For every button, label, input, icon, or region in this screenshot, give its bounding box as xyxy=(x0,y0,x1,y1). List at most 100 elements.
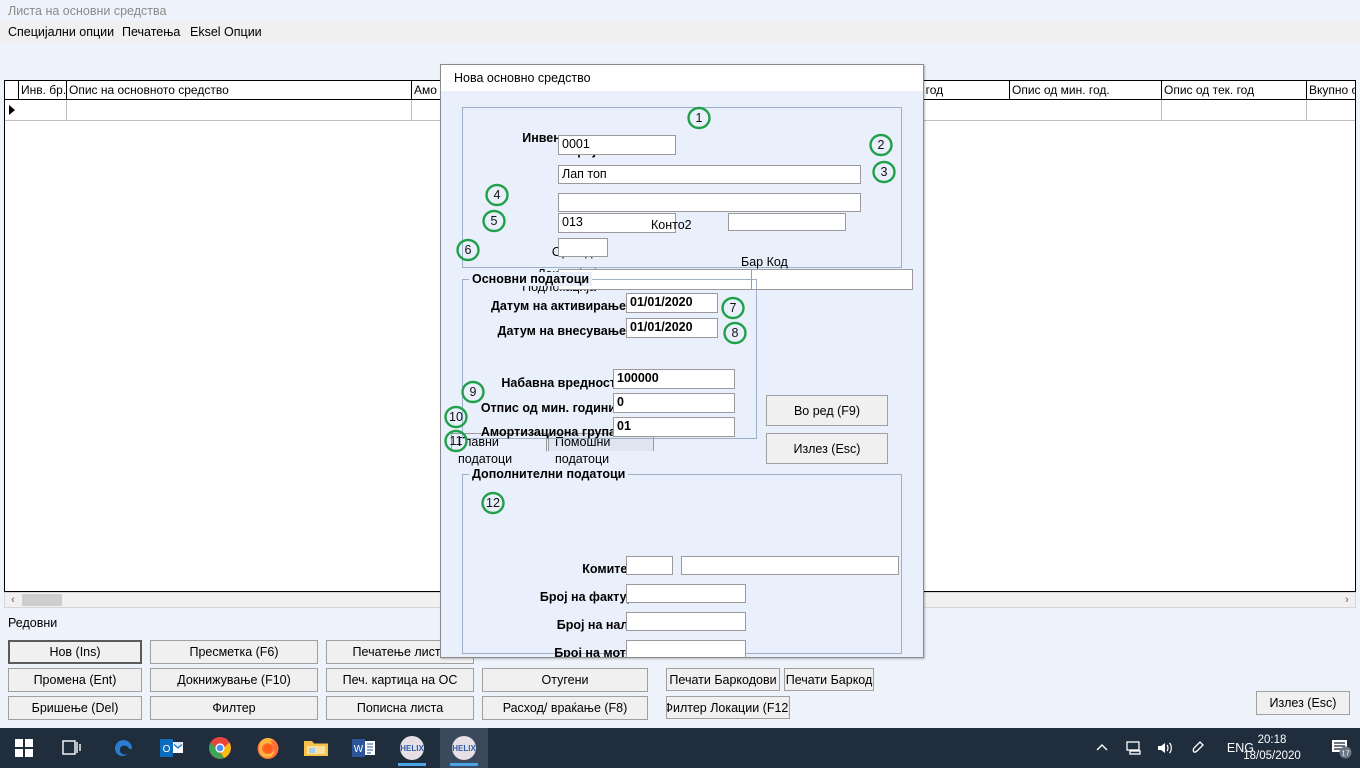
word-icon[interactable]: W xyxy=(340,728,388,768)
inventory-list-button[interactable]: Пописна листа xyxy=(326,696,474,720)
amortization-group-input[interactable]: 01 xyxy=(613,417,735,437)
annotation-number-1: 1 xyxy=(695,111,703,125)
volume-icon[interactable] xyxy=(1156,728,1174,768)
annotation-number-9: 9 xyxy=(469,385,477,399)
ok-button[interactable]: Во ред (F9) xyxy=(766,395,888,426)
annotation-marker-1: 1 xyxy=(686,105,712,131)
taskbar-active-indicator xyxy=(450,763,478,766)
partner-name-input[interactable] xyxy=(681,556,899,575)
file-explorer-icon[interactable] xyxy=(292,728,340,768)
expense-return-button[interactable]: Расход/ враќање (F8) xyxy=(482,696,648,720)
annotation-number-8: 8 xyxy=(731,326,739,340)
outlook-icon[interactable]: O xyxy=(148,728,196,768)
application-window: Листа на основни средства Специјални опц… xyxy=(0,0,1360,728)
scrollbar-thumb[interactable] xyxy=(22,594,62,606)
location-filter-button[interactable]: Филтер Локации (F12) xyxy=(666,696,790,719)
dialog-title-bar[interactable]: Нова основно средство xyxy=(441,65,923,91)
change-button[interactable]: Промена (Ent) xyxy=(8,668,142,692)
taskbar-running-indicator xyxy=(398,763,426,766)
annotation-number-6: 6 xyxy=(464,243,472,257)
prev-year-writeoff-input[interactable]: 0 xyxy=(613,393,735,413)
svg-text:O: O xyxy=(163,744,171,755)
purchase-value-input[interactable]: 100000 xyxy=(613,369,735,389)
task-view-button[interactable] xyxy=(48,728,96,768)
notification-count-text: 17 xyxy=(1341,748,1349,757)
annotation-number-7: 7 xyxy=(729,301,737,315)
annotation-number-4: 4 xyxy=(493,188,501,202)
posting-button[interactable]: Докнижување (F10) xyxy=(150,668,318,692)
network-icon[interactable] xyxy=(1126,728,1144,768)
grid-col-cur-year-wo[interactable]: Опис од тек. год xyxy=(1162,81,1307,99)
filter-button[interactable]: Филтер xyxy=(150,696,318,720)
scroll-right-arrow-icon[interactable]: › xyxy=(1339,593,1355,607)
edge-icon[interactable] xyxy=(100,728,148,768)
partner-code-input[interactable] xyxy=(626,556,673,575)
firefox-icon[interactable] xyxy=(244,728,292,768)
svg-text:W: W xyxy=(354,744,364,755)
annotation-number-11: 11 xyxy=(449,434,463,448)
cell-cur-year-wo[interactable] xyxy=(1162,100,1307,120)
start-button[interactable] xyxy=(0,728,48,768)
cell-inv-no[interactable] xyxy=(19,100,67,120)
annotation-marker-6: 6 xyxy=(455,237,481,263)
entry-date-label: Датум на внесување xyxy=(497,324,626,338)
account2-label: Конто2 xyxy=(651,218,692,232)
annotation-number-3: 3 xyxy=(880,165,888,179)
show-hidden-icons-button[interactable] xyxy=(1094,728,1110,768)
pen-icon[interactable] xyxy=(1190,728,1208,768)
barcode-input[interactable] xyxy=(751,269,913,290)
calculate-button[interactable]: Пресметка (F6) xyxy=(150,640,318,664)
helix-icon[interactable]: HELIX xyxy=(388,728,436,768)
grid-col-description[interactable]: Опис на основното средство xyxy=(67,81,412,99)
menu-bar: Специјални опции Печатења Eksel Опции xyxy=(0,22,1360,42)
description-input[interactable]: Лап топ xyxy=(558,165,861,184)
annotation-marker-8: 8 xyxy=(722,320,748,346)
type-input[interactable] xyxy=(558,193,861,212)
annotation-number-12: 12 xyxy=(486,496,500,510)
print-barcode-button[interactable]: Печати Баркод xyxy=(784,668,874,691)
entry-date-input[interactable]: 01/01/2020 xyxy=(626,318,718,338)
basic-data-legend: Основни податоци xyxy=(469,272,593,286)
print-asset-card-button[interactable]: Печ. картица на ОС xyxy=(326,668,474,692)
dialog-title: Нова основно средство xyxy=(454,71,591,85)
order-number-label: Број на налог xyxy=(556,618,641,632)
helix-active-icon[interactable]: HELIX xyxy=(440,728,488,768)
invoice-number-label: Број на фактура xyxy=(539,590,641,604)
chrome-icon[interactable] xyxy=(196,728,244,768)
menu-excel-options[interactable]: Eksel Опции xyxy=(190,25,262,39)
grid-col-total[interactable]: Вкупно о xyxy=(1307,81,1355,99)
account2-input[interactable] xyxy=(728,213,846,231)
annotation-marker-4: 4 xyxy=(484,182,510,208)
exit-button[interactable]: Излез (Esc) xyxy=(1256,691,1350,715)
cell-prev-year-wo[interactable] xyxy=(1010,100,1162,120)
menu-printing[interactable]: Печатења xyxy=(122,25,180,39)
row-selector-arrow-icon[interactable] xyxy=(5,100,19,120)
menu-special-options[interactable]: Специјални опции xyxy=(8,25,114,39)
annotation-marker-5: 5 xyxy=(481,208,507,234)
invoice-number-input[interactable] xyxy=(626,584,746,603)
annotation-marker-3: 3 xyxy=(871,159,897,185)
annotation-number-10: 10 xyxy=(449,410,463,424)
svg-text:HELIX: HELIX xyxy=(452,744,476,753)
grid-col-prev-year-wo[interactable]: Опис од мин. год. xyxy=(1010,81,1162,99)
alienated-button[interactable]: Отугени xyxy=(482,668,648,692)
annotation-marker-7: 7 xyxy=(720,295,746,321)
activation-date-input[interactable]: 01/01/2020 xyxy=(626,293,718,313)
dialog-exit-button[interactable]: Излез (Esc) xyxy=(766,433,888,464)
scroll-left-arrow-icon[interactable]: ‹ xyxy=(5,593,21,607)
grid-col-inv-no[interactable]: Инв. бр. xyxy=(19,81,67,99)
new-asset-dialog: Нова основно средство Инвентарен број 00… xyxy=(440,64,924,658)
delete-button[interactable]: Бришење (Del) xyxy=(8,696,142,720)
partner-label: Комитент xyxy=(582,562,641,576)
motor-number-input[interactable] xyxy=(626,640,746,657)
print-barcodes-button[interactable]: Печати Баркодови xyxy=(666,668,780,691)
cell-description[interactable] xyxy=(67,100,412,120)
notification-center-icon[interactable]: 17 xyxy=(1330,737,1352,759)
annotation-marker-9: 9 xyxy=(460,379,486,405)
order-number-input[interactable] xyxy=(626,612,746,631)
org-unit-input[interactable] xyxy=(558,238,608,257)
inventory-number-input[interactable]: 0001 xyxy=(558,135,676,155)
new-button[interactable]: Нов (Ins) xyxy=(8,640,142,664)
purchase-value-label: Набавна вредност xyxy=(501,376,616,390)
clock[interactable]: 20:18 18/05/2020 xyxy=(1230,732,1314,764)
